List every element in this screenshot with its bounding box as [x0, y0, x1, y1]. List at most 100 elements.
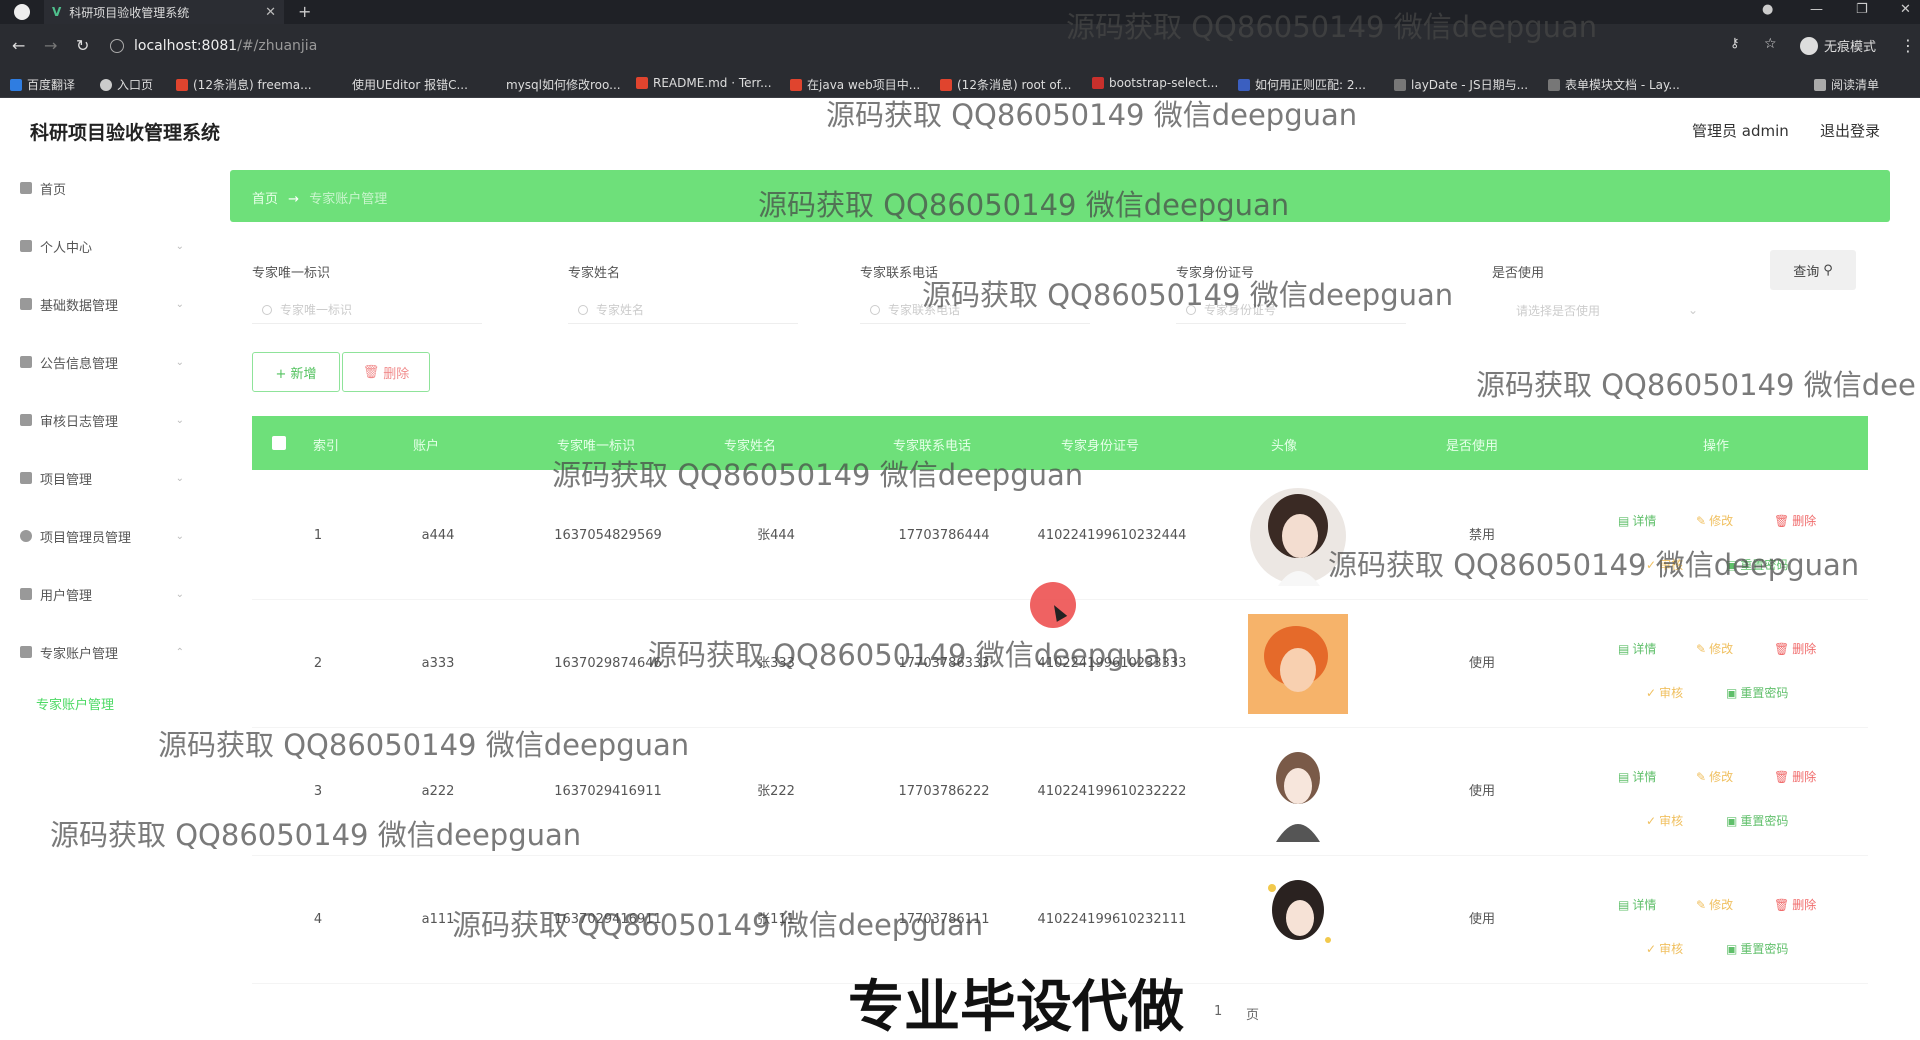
column-header[interactable]: 专家唯一标识 — [557, 435, 635, 454]
filter-label-status: 是否使用 — [1492, 266, 1545, 281]
detail-button[interactable]: ▤ 详情 — [1618, 512, 1656, 529]
idcard-input[interactable]: 专家身份证号 — [1176, 296, 1406, 324]
remove-button[interactable]: 🗑 删除 — [1774, 640, 1816, 657]
uid-input[interactable]: 专家唯一标识 — [252, 296, 482, 324]
close-window-icon[interactable]: ✕ — [1900, 2, 1911, 17]
new-tab-icon[interactable]: + — [298, 2, 311, 21]
cell-account: a444 — [421, 528, 455, 543]
minimize-icon[interactable]: — — [1810, 2, 1823, 17]
detail-button[interactable]: ▤ 详情 — [1618, 896, 1656, 913]
sidebar-item-project[interactable]: 项目管理 ⌄ — [20, 466, 190, 490]
key-icon[interactable]: ⚷ — [1730, 36, 1740, 51]
column-header[interactable]: 专家联系电话 — [893, 435, 971, 454]
bookmark-item[interactable]: (12条消息) root of... — [940, 76, 1071, 93]
sidebar-item-home[interactable]: 首页 — [20, 176, 190, 200]
avatar — [1250, 488, 1346, 586]
review-button[interactable]: ✓ 审核 — [1646, 684, 1683, 701]
bookmark-item[interactable]: mysql如何修改roo... — [506, 76, 621, 93]
chevron-up-icon: ⌃ — [175, 646, 184, 658]
column-header[interactable]: 索引 — [313, 435, 339, 454]
url-path: /#/zhuanjia — [237, 38, 318, 54]
add-button[interactable]: + 新增 — [252, 352, 340, 392]
filter-label-name: 专家姓名 — [568, 266, 621, 281]
edit-button[interactable]: ✎ 修改 — [1696, 512, 1733, 529]
sidebar-subitem-expert-account[interactable]: 专家账户管理 — [36, 694, 114, 713]
bookmark-item[interactable]: 百度翻译 — [10, 76, 75, 93]
reset-password-button[interactable]: ▣ 重置密码 — [1726, 940, 1788, 957]
bookmark-item[interactable]: 如何用正则匹配: 2... — [1238, 76, 1366, 93]
edit-button[interactable]: ✎ 修改 — [1696, 640, 1733, 657]
reload-icon[interactable]: ↻ — [76, 36, 89, 55]
breadcrumb: 首页 → 专家账户管理 — [252, 188, 387, 207]
tab-close-icon[interactable]: ✕ — [265, 5, 276, 20]
bookmark-item[interactable]: 使用UEditor 报错C... — [352, 76, 468, 93]
review-button[interactable]: ✓ 审核 — [1646, 812, 1683, 829]
reset-password-button[interactable]: ▣ 重置密码 — [1726, 556, 1788, 573]
column-header[interactable]: 是否使用 — [1446, 435, 1498, 454]
cell-uid: 1637029416911 — [554, 784, 662, 799]
review-button[interactable]: ✓ 审核 — [1646, 940, 1683, 957]
page-number[interactable]: 1 — [1214, 1004, 1222, 1019]
column-header[interactable]: 专家姓名 — [724, 435, 776, 454]
bookmark-item[interactable]: README.md · Terr... — [636, 76, 772, 90]
reading-list[interactable]: 阅读清单 — [1814, 76, 1879, 93]
bookmark-item[interactable]: layDate - JS日期与... — [1394, 76, 1528, 93]
remove-button[interactable]: 🗑 删除 — [1774, 512, 1816, 529]
edit-icon: ✎ — [1696, 769, 1707, 784]
reset-password-button[interactable]: ▣ 重置密码 — [1726, 812, 1788, 829]
detail-button[interactable]: ▤ 详情 — [1618, 640, 1656, 657]
url-field[interactable]: localhost:8081 /#/zhuanjia — [110, 32, 1750, 60]
remove-button[interactable]: 🗑 删除 — [1774, 768, 1816, 785]
query-button[interactable]: 查询 ⚲ — [1770, 250, 1856, 290]
sidebar-item-profile[interactable]: 个人中心 ⌄ — [20, 234, 190, 258]
layui-icon — [1394, 78, 1406, 91]
vue-favicon-icon: V — [52, 5, 62, 19]
forward-icon[interactable]: → — [44, 36, 57, 55]
cell-idcard: 410224199610232111 — [1037, 912, 1187, 927]
layui-icon — [1548, 78, 1560, 91]
review-button[interactable]: ✓ 审核 — [1646, 556, 1683, 573]
status-select[interactable]: 请选择是否使用 ⌄ — [1508, 296, 1698, 324]
bookmark-star-icon[interactable]: ☆ — [1764, 36, 1777, 52]
extension-icon[interactable]: ● — [1762, 2, 1773, 17]
sidebar: 首页 个人中心 ⌄ 基础数据管理 ⌄ 公告信息管理 ⌄ 审核日志管理 ⌄ 项目管理 ⌄ 项… — [0, 160, 210, 1040]
name-input[interactable]: 专家姓名 — [568, 296, 798, 324]
search-icon — [578, 304, 588, 315]
sidebar-item-project-admin[interactable]: 项目管理员管理 ⌄ — [20, 524, 190, 548]
back-icon[interactable]: ← — [12, 36, 25, 55]
bookmark-item[interactable]: 在java web项目中... — [790, 76, 920, 93]
restore-icon[interactable]: ❐ — [1856, 2, 1868, 17]
browser-tab[interactable]: V 科研项目验收管理系统 ✕ — [44, 0, 284, 24]
doc-icon: ▤ — [1618, 641, 1630, 656]
incognito-indicator[interactable]: 无痕模式 — [1800, 36, 1876, 55]
edit-button[interactable]: ✎ 修改 — [1696, 768, 1733, 785]
bookmark-item[interactable]: bootstrap-select... — [1092, 76, 1218, 90]
phone-input[interactable]: 专家联系电话 — [860, 296, 1090, 324]
edit-button[interactable]: ✎ 修改 — [1696, 896, 1733, 913]
site-info-icon[interactable] — [110, 39, 124, 53]
more-menu-icon[interactable]: ⋮ — [1900, 36, 1916, 55]
sidebar-item-base-data[interactable]: 基础数据管理 ⌄ — [20, 292, 190, 316]
cell-name: 张222 — [757, 784, 795, 799]
sidebar-item-audit-log[interactable]: 审核日志管理 ⌄ — [20, 408, 190, 432]
bookmark-item[interactable]: (12条消息) freema... — [176, 76, 312, 93]
cell-status: 使用 — [1468, 912, 1496, 927]
select-all-checkbox[interactable] — [272, 436, 286, 450]
address-bar: ← → ↻ localhost:8081 /#/zhuanjia ⚷ ☆ 无痕模… — [0, 24, 1920, 68]
sidebar-item-notice[interactable]: 公告信息管理 ⌄ — [20, 350, 190, 374]
sidebar-item-expert-account[interactable]: 专家账户管理 ⌃ — [20, 640, 190, 664]
reset-password-button[interactable]: ▣ 重置密码 — [1726, 684, 1788, 701]
column-header[interactable]: 专家身份证号 — [1061, 435, 1139, 454]
remove-button[interactable]: 🗑 删除 — [1774, 896, 1816, 913]
circle-icon — [20, 530, 32, 542]
filter-label-idcard: 专家身份证号 — [1176, 266, 1255, 281]
home-icon — [20, 182, 32, 194]
column-header[interactable]: 账户 — [413, 435, 439, 454]
detail-button[interactable]: ▤ 详情 — [1618, 768, 1656, 785]
logout-link[interactable]: 退出登录 — [1820, 120, 1880, 141]
sidebar-item-users[interactable]: 用户管理 ⌄ — [20, 582, 190, 606]
breadcrumb-home[interactable]: 首页 — [252, 192, 278, 207]
bookmark-item[interactable]: 表单模块文档 - Lay... — [1548, 76, 1680, 93]
bookmark-item[interactable]: 入口页 — [100, 76, 153, 93]
delete-button[interactable]: 🗑 删除 — [342, 352, 430, 392]
